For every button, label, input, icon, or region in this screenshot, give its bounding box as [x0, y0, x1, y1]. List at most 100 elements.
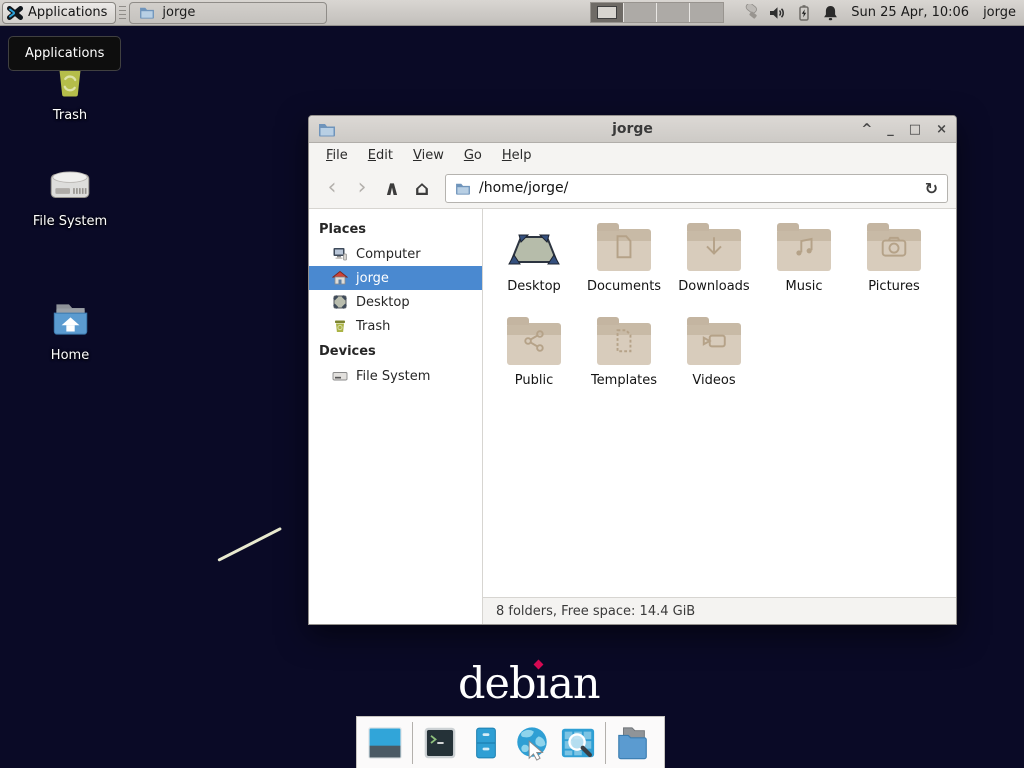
workspace-window-preview: [597, 6, 617, 19]
toolbar: ‹ › ∧ ⌂ /home/jorge/ ↻: [309, 168, 956, 209]
minimize-button[interactable]: _: [887, 116, 894, 143]
workspace-switcher: [590, 2, 724, 23]
hard-drive-icon: [46, 161, 94, 209]
menu-help[interactable]: Help: [492, 145, 542, 166]
home-folder-icon: [47, 297, 93, 343]
sidebar-item-trash[interactable]: Trash: [309, 314, 482, 338]
web-browser-launcher[interactable]: [513, 724, 551, 762]
sidebar-item-desktop[interactable]: Desktop: [309, 290, 482, 314]
file-item-public[interactable]: Public: [489, 313, 579, 407]
menu-edit[interactable]: Edit: [358, 145, 403, 166]
sidebar-item-label: Computer: [356, 247, 421, 262]
taskbar-window-button[interactable]: jorge: [129, 2, 327, 24]
home-button[interactable]: ⌂: [407, 173, 437, 203]
folder-icon: [507, 323, 561, 365]
menu-go[interactable]: Go: [454, 145, 492, 166]
download-arrow-glyph: [701, 233, 727, 261]
document-glyph: [611, 233, 637, 261]
file-label: Documents: [587, 279, 661, 294]
status-bar: 8 folders, Free space: 14.4 GiB: [483, 597, 956, 624]
folder-icon: [597, 323, 651, 365]
file-manager-launcher[interactable]: [467, 724, 505, 762]
desktop-icon-label: File System: [33, 214, 107, 229]
status-text: 8 folders, Free space: 14.4 GiB: [496, 604, 695, 619]
desktop-icon-home[interactable]: Home: [18, 297, 122, 363]
sidebar-header-devices: Devices: [309, 338, 482, 364]
xfce-applications-icon: [7, 5, 23, 21]
file-item-documents[interactable]: Documents: [579, 219, 669, 313]
stylus-icon[interactable]: [738, 4, 758, 22]
path-text[interactable]: /home/jorge/: [479, 180, 917, 196]
folder-icon: [687, 229, 741, 271]
panel-handle[interactable]: [119, 6, 126, 19]
dock-separator: [412, 722, 413, 764]
maximize-button[interactable]: □: [909, 116, 921, 143]
desktop-icon: [332, 294, 348, 310]
sidebar-item-jorge[interactable]: jorge: [309, 266, 482, 290]
close-button[interactable]: ×: [936, 116, 947, 143]
file-item-videos[interactable]: Videos: [669, 313, 759, 407]
file-item-downloads[interactable]: Downloads: [669, 219, 759, 313]
folder-stack-icon: [614, 725, 652, 761]
terminal-icon: [422, 725, 458, 761]
directory-menu-launcher[interactable]: [614, 724, 652, 762]
camera-glyph: [880, 233, 908, 261]
workspace-4[interactable]: [690, 3, 723, 22]
window-titlebar[interactable]: jorge ^ _ □ ×: [309, 116, 956, 143]
music-notes-glyph: [791, 233, 817, 261]
up-button[interactable]: ∧: [377, 173, 407, 203]
workspace-1[interactable]: [591, 3, 624, 22]
file-label: Music: [786, 279, 823, 294]
file-item-pictures[interactable]: Pictures: [849, 219, 939, 313]
desktop-screen: Applications jorge: [0, 0, 1024, 768]
share-glyph: [521, 327, 547, 355]
forward-button[interactable]: ›: [347, 173, 377, 203]
file-label: Desktop: [507, 279, 561, 294]
file-item-music[interactable]: Music: [759, 219, 849, 313]
dock-separator: [605, 722, 606, 764]
folder-icon: [867, 229, 921, 271]
places-sidebar: Places Computer: [309, 209, 483, 624]
application-finder-launcher[interactable]: [559, 724, 597, 762]
terminal-launcher[interactable]: [421, 724, 459, 762]
show-desktop-icon: [367, 726, 403, 760]
file-manager-window: jorge ^ _ □ × File Edit View Go Help ‹ ›…: [308, 115, 957, 625]
trash-icon: [332, 318, 348, 334]
sidebar-item-label: File System: [356, 369, 430, 384]
file-item-desktop[interactable]: Desktop: [489, 219, 579, 313]
template-glyph: [611, 327, 637, 355]
battery-icon[interactable]: [796, 4, 812, 22]
workspace-3[interactable]: [657, 3, 690, 22]
drive-icon: [332, 368, 348, 384]
show-desktop-button[interactable]: [366, 724, 404, 762]
applications-menu-button[interactable]: Applications: [2, 2, 116, 24]
menu-file[interactable]: File: [316, 145, 358, 166]
sidebar-item-computer[interactable]: Computer: [309, 242, 482, 266]
back-button[interactable]: ‹: [317, 173, 347, 203]
file-label: Public: [515, 373, 553, 388]
file-label: Downloads: [678, 279, 749, 294]
volume-icon[interactable]: [768, 4, 786, 22]
location-bar[interactable]: /home/jorge/ ↻: [445, 174, 948, 203]
home-icon: [332, 270, 348, 286]
panel-clock[interactable]: Sun 25 Apr, 10:06: [851, 5, 969, 20]
session-user-menu[interactable]: jorge: [983, 5, 1016, 20]
application-finder-icon: [559, 725, 597, 761]
shade-button[interactable]: ^: [861, 116, 872, 143]
debian-logo-text: debıan: [458, 659, 600, 709]
taskbar-window-label: jorge: [162, 5, 195, 20]
notifications-bell-icon[interactable]: [822, 4, 839, 22]
system-tray: [738, 4, 839, 22]
window-controls: ^ _ □ ×: [861, 116, 947, 143]
wallpaper-line: [217, 527, 282, 562]
reload-icon[interactable]: ↻: [925, 179, 938, 198]
file-item-templates[interactable]: Templates: [579, 313, 669, 407]
menu-view[interactable]: View: [403, 145, 454, 166]
folder-icon: [139, 6, 155, 19]
applications-tooltip: Applications: [8, 36, 121, 71]
workspace-2[interactable]: [624, 3, 657, 22]
window-folder-icon: [318, 122, 336, 137]
sidebar-item-file-system[interactable]: File System: [309, 364, 482, 388]
computer-icon: [332, 246, 348, 262]
desktop-icon-file-system[interactable]: File System: [18, 161, 122, 229]
